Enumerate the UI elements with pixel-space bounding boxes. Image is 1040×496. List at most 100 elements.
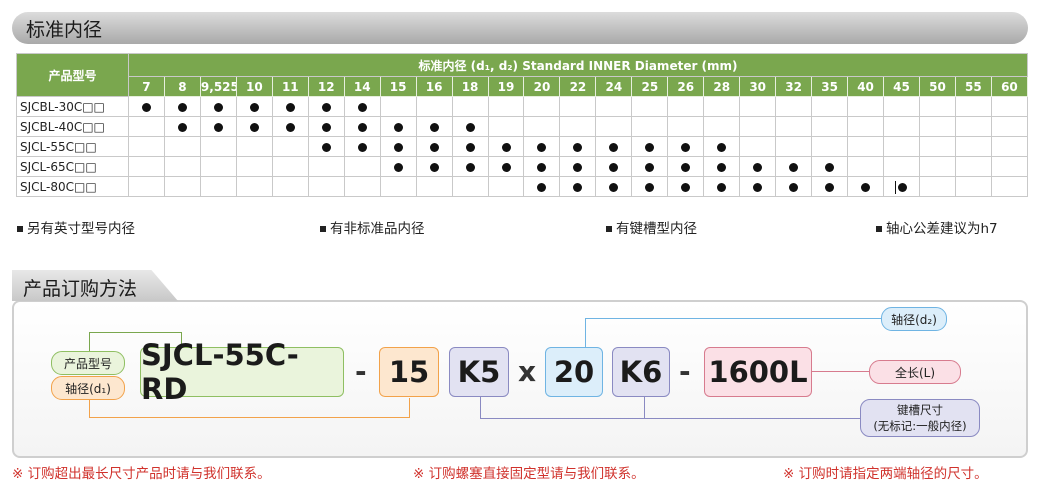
square-bullet-icon xyxy=(17,226,23,232)
size-header: 14 xyxy=(343,76,381,97)
availability-cell xyxy=(918,176,956,197)
availability-cell xyxy=(451,176,489,197)
availability-cell xyxy=(451,96,489,117)
available-dot-icon xyxy=(501,142,511,152)
available-dot-icon xyxy=(249,102,259,112)
size-header: 28 xyxy=(703,76,741,97)
available-dot-icon xyxy=(321,142,331,152)
size-header: 7 xyxy=(128,76,165,97)
availability-cell xyxy=(415,116,453,137)
table-row: SJCL-65C□□ xyxy=(16,156,1028,177)
availability-cell xyxy=(631,136,669,157)
availability-cell xyxy=(847,96,885,117)
availability-cell xyxy=(451,156,489,177)
availability-cell xyxy=(739,116,777,137)
available-dot-icon xyxy=(753,162,763,172)
availability-cell xyxy=(595,136,633,157)
availability-cell xyxy=(307,176,345,197)
availability-cell xyxy=(703,156,741,177)
availability-cell xyxy=(343,176,381,197)
note-keyway: 有键槽型内径 xyxy=(606,217,697,237)
size-header: 50 xyxy=(918,76,956,97)
availability-cell xyxy=(343,116,381,137)
size-header: 8 xyxy=(163,76,201,97)
size-header: 11 xyxy=(271,76,309,97)
availability-cell xyxy=(775,136,813,157)
table-row: SJCL-55C□□ xyxy=(16,136,1028,157)
square-bullet-icon xyxy=(606,226,612,232)
availability-cell xyxy=(811,116,849,137)
available-dot-icon xyxy=(681,182,691,192)
available-dot-icon xyxy=(285,102,295,112)
size-header: 45 xyxy=(883,76,920,97)
availability-cell xyxy=(235,176,273,197)
available-dot-icon xyxy=(393,162,403,172)
availability-cell xyxy=(487,156,525,177)
size-header: 16 xyxy=(415,76,453,97)
available-dot-icon xyxy=(898,182,908,192)
size-header: 20 xyxy=(523,76,561,97)
available-dot-icon xyxy=(177,122,187,132)
availability-cell xyxy=(631,176,669,197)
availability-cell xyxy=(128,136,165,157)
section-title: 标准内径 xyxy=(26,19,103,41)
table-row: SJCL-80C□□ xyxy=(16,176,1028,197)
availability-cell xyxy=(487,96,525,117)
availability-cell xyxy=(667,116,705,137)
availability-cell xyxy=(703,116,741,137)
availability-cell xyxy=(775,176,813,197)
availability-cell xyxy=(631,156,669,177)
availability-cell xyxy=(379,96,417,117)
availability-cell xyxy=(271,156,309,177)
table-row: SJCBL-30C□□ xyxy=(16,96,1028,117)
row-model: SJCL-65C□□ xyxy=(16,156,129,177)
model-header: 产品型号 xyxy=(16,53,129,97)
availability-cell xyxy=(379,176,417,197)
availability-cell xyxy=(379,136,417,157)
availability-cell xyxy=(235,136,273,157)
availability-cell xyxy=(775,116,813,137)
available-dot-icon xyxy=(357,122,367,132)
code-d1: 15 xyxy=(379,347,439,397)
availability-cell xyxy=(487,176,525,197)
availability-cell xyxy=(523,176,561,197)
availability-cell xyxy=(775,156,813,177)
availability-cell xyxy=(199,116,237,137)
availability-cell xyxy=(271,116,309,137)
available-dot-icon xyxy=(429,142,439,152)
availability-cell xyxy=(811,136,849,157)
size-header: 19 xyxy=(487,76,525,97)
availability-cell xyxy=(883,116,920,137)
availability-cell xyxy=(343,156,381,177)
label-keyway-title: 键槽尺寸 xyxy=(897,403,943,417)
size-header: 15 xyxy=(379,76,417,97)
available-dot-icon xyxy=(393,142,403,152)
size-header: 35 xyxy=(811,76,849,97)
availability-cell xyxy=(199,176,237,197)
available-dot-icon xyxy=(609,162,619,172)
available-dot-icon xyxy=(465,142,475,152)
availability-cell xyxy=(883,156,920,177)
availability-cell xyxy=(235,156,273,177)
available-dot-icon xyxy=(141,102,151,112)
availability-cell xyxy=(235,96,273,117)
availability-cell xyxy=(667,156,705,177)
square-bullet-icon xyxy=(320,226,326,232)
size-header: 26 xyxy=(667,76,705,97)
code-model: SJCL-55C-RD xyxy=(140,338,344,406)
available-dot-icon xyxy=(537,182,547,192)
available-dot-icon xyxy=(717,182,727,192)
availability-cell xyxy=(595,156,633,177)
note-tolerance: 轴心公差建议为h7 xyxy=(876,217,998,237)
availability-cell xyxy=(703,96,741,117)
availability-cell xyxy=(954,136,992,157)
availability-cell xyxy=(667,136,705,157)
availability-cell xyxy=(128,116,165,137)
note-nonstandard: 有非标准品内径 xyxy=(320,217,425,237)
available-dot-icon xyxy=(213,102,223,112)
label-keyway: 键槽尺寸 (无标记:一般内径) xyxy=(860,399,980,437)
available-dot-icon xyxy=(825,162,835,172)
connector-length xyxy=(810,371,870,372)
availability-cell xyxy=(271,136,309,157)
size-header: 55 xyxy=(954,76,992,97)
